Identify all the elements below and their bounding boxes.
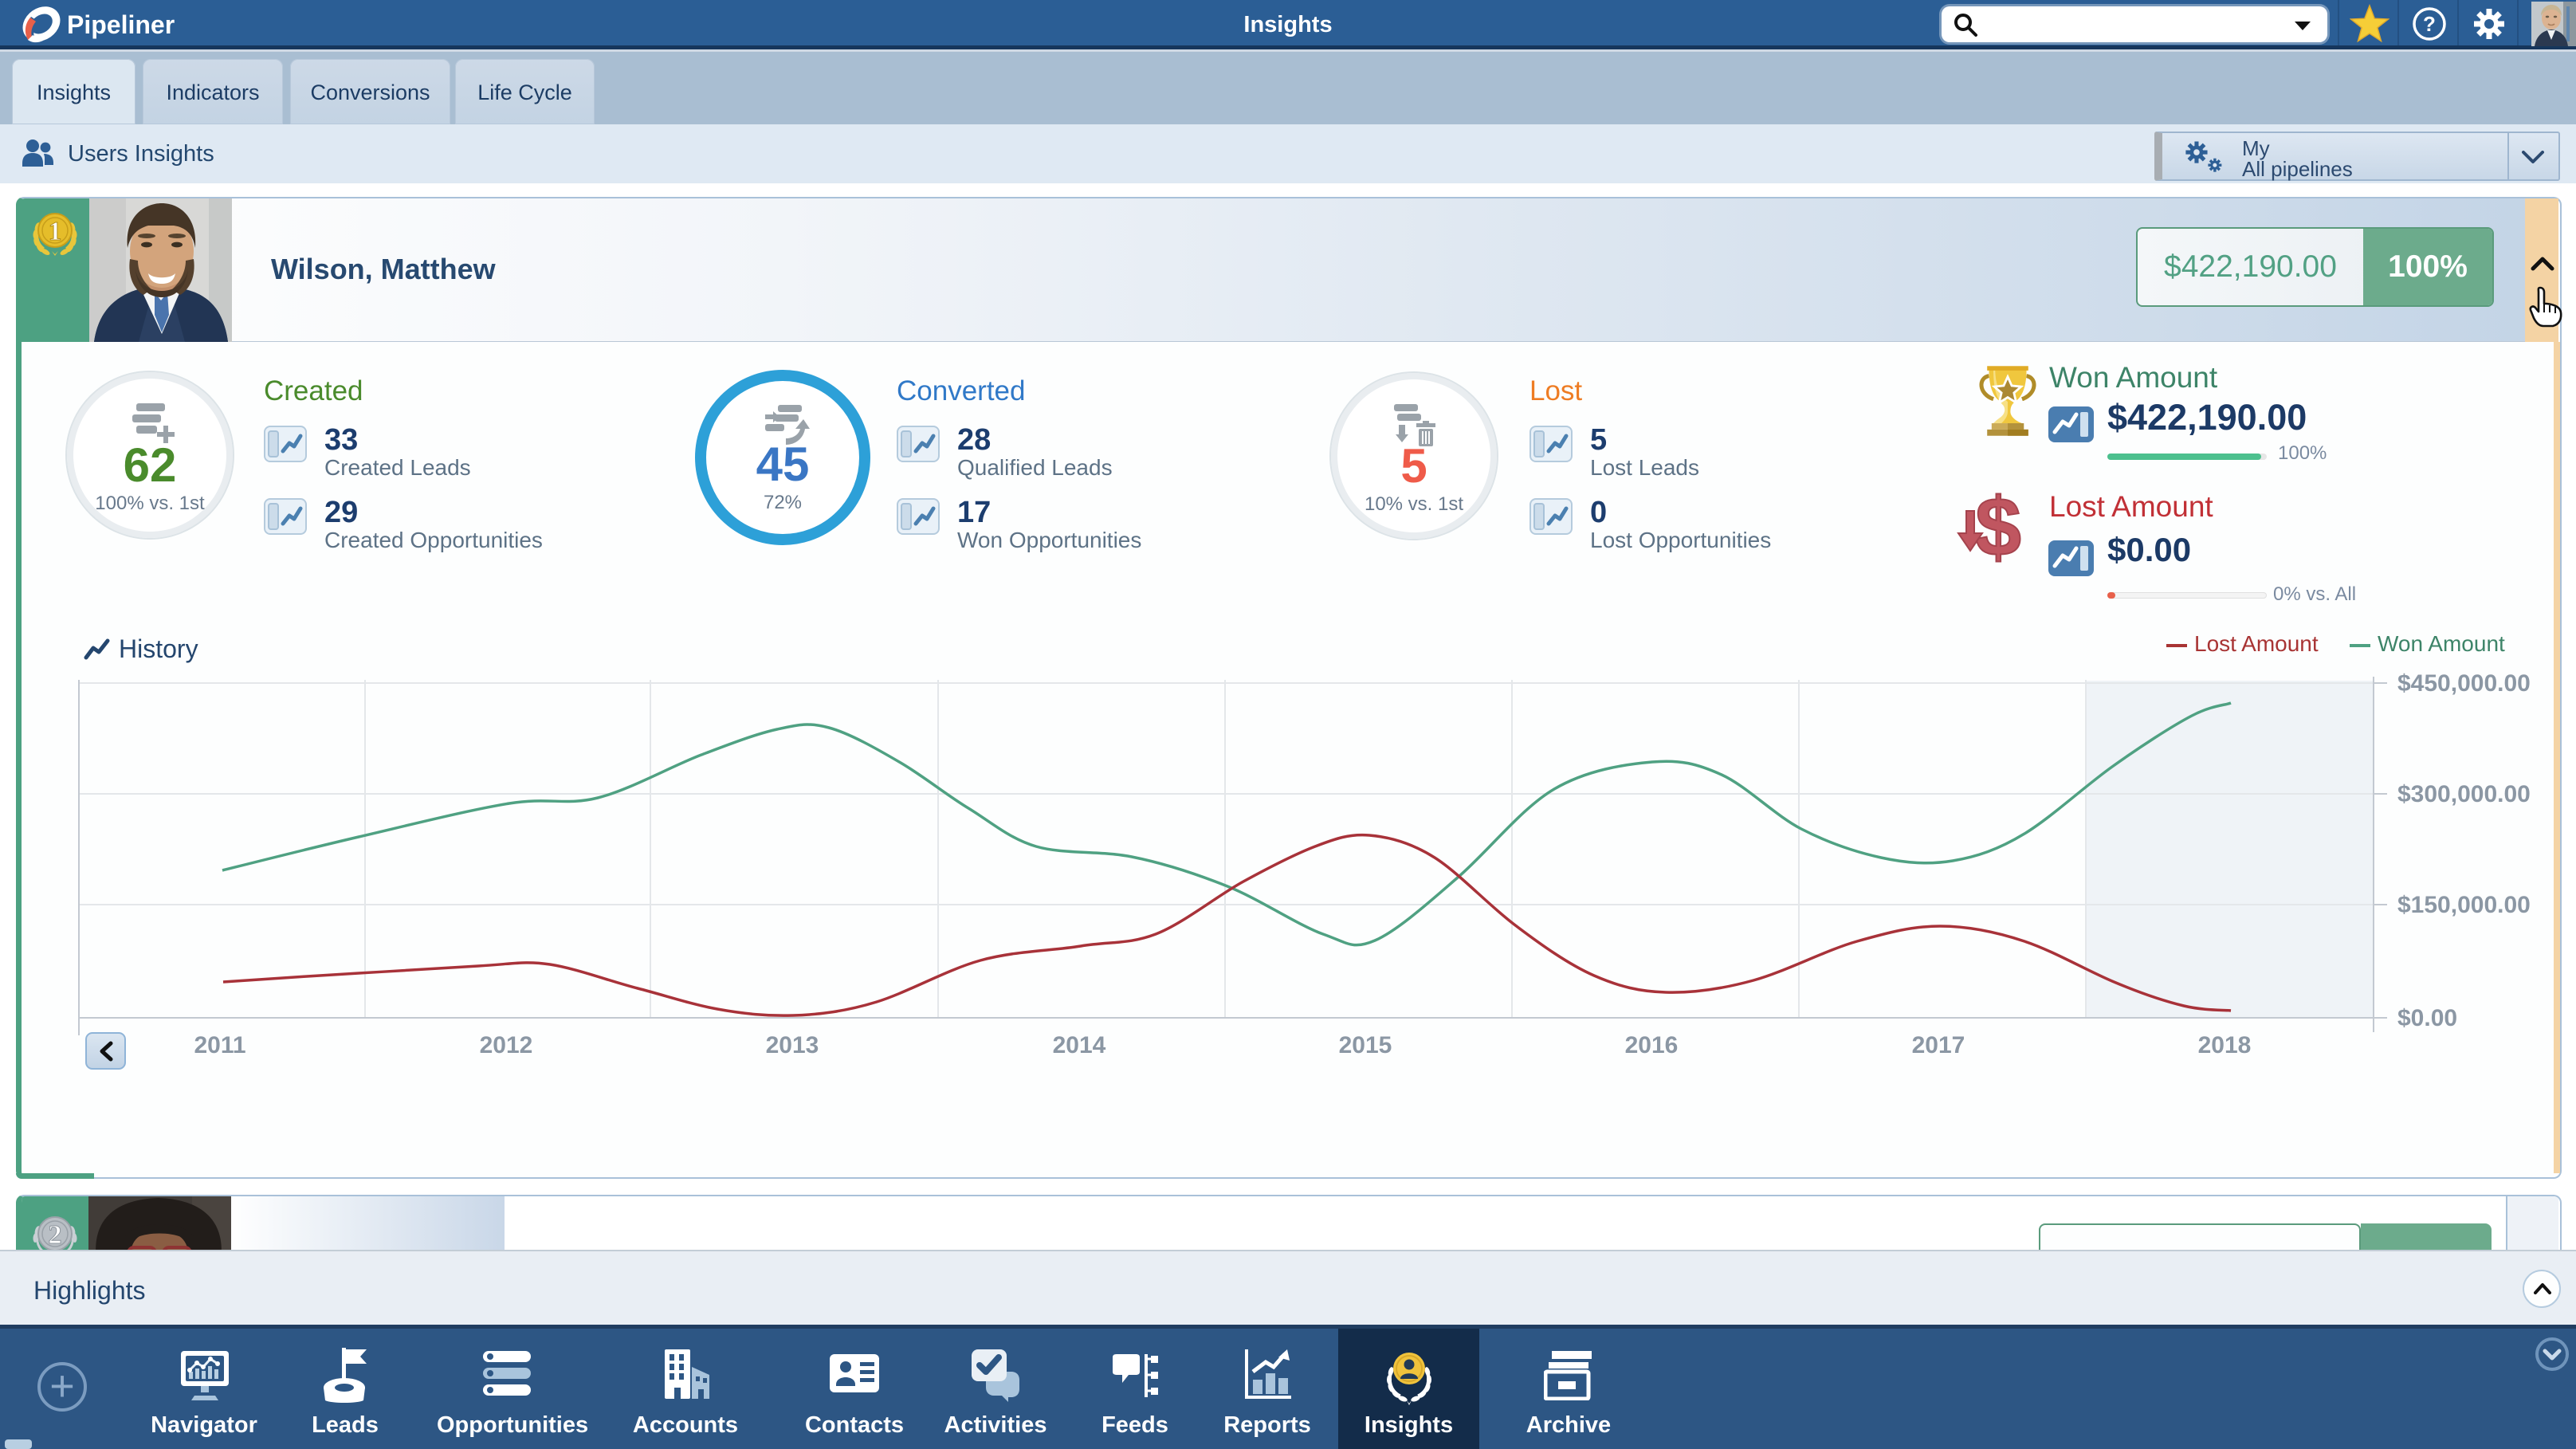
svg-text:$300,000.00: $300,000.00 xyxy=(2397,781,2531,807)
svg-text:2018: 2018 xyxy=(2198,1032,2252,1058)
svg-text:$150,000.00: $150,000.00 xyxy=(2397,892,2531,918)
svg-text:2015: 2015 xyxy=(1339,1032,1392,1058)
svg-text:2016: 2016 xyxy=(1625,1032,1679,1058)
svg-text:2017: 2017 xyxy=(1912,1032,1965,1058)
svg-text:2: 2 xyxy=(49,1220,62,1250)
svg-text:2014: 2014 xyxy=(1053,1032,1106,1058)
svg-text:2013: 2013 xyxy=(766,1032,819,1058)
svg-text:2012: 2012 xyxy=(480,1032,533,1058)
svg-text:?: ? xyxy=(2423,12,2436,36)
svg-text:$450,000.00: $450,000.00 xyxy=(2397,670,2531,697)
svg-text:2011: 2011 xyxy=(194,1032,245,1058)
svg-text:$0.00: $0.00 xyxy=(2397,1005,2457,1031)
